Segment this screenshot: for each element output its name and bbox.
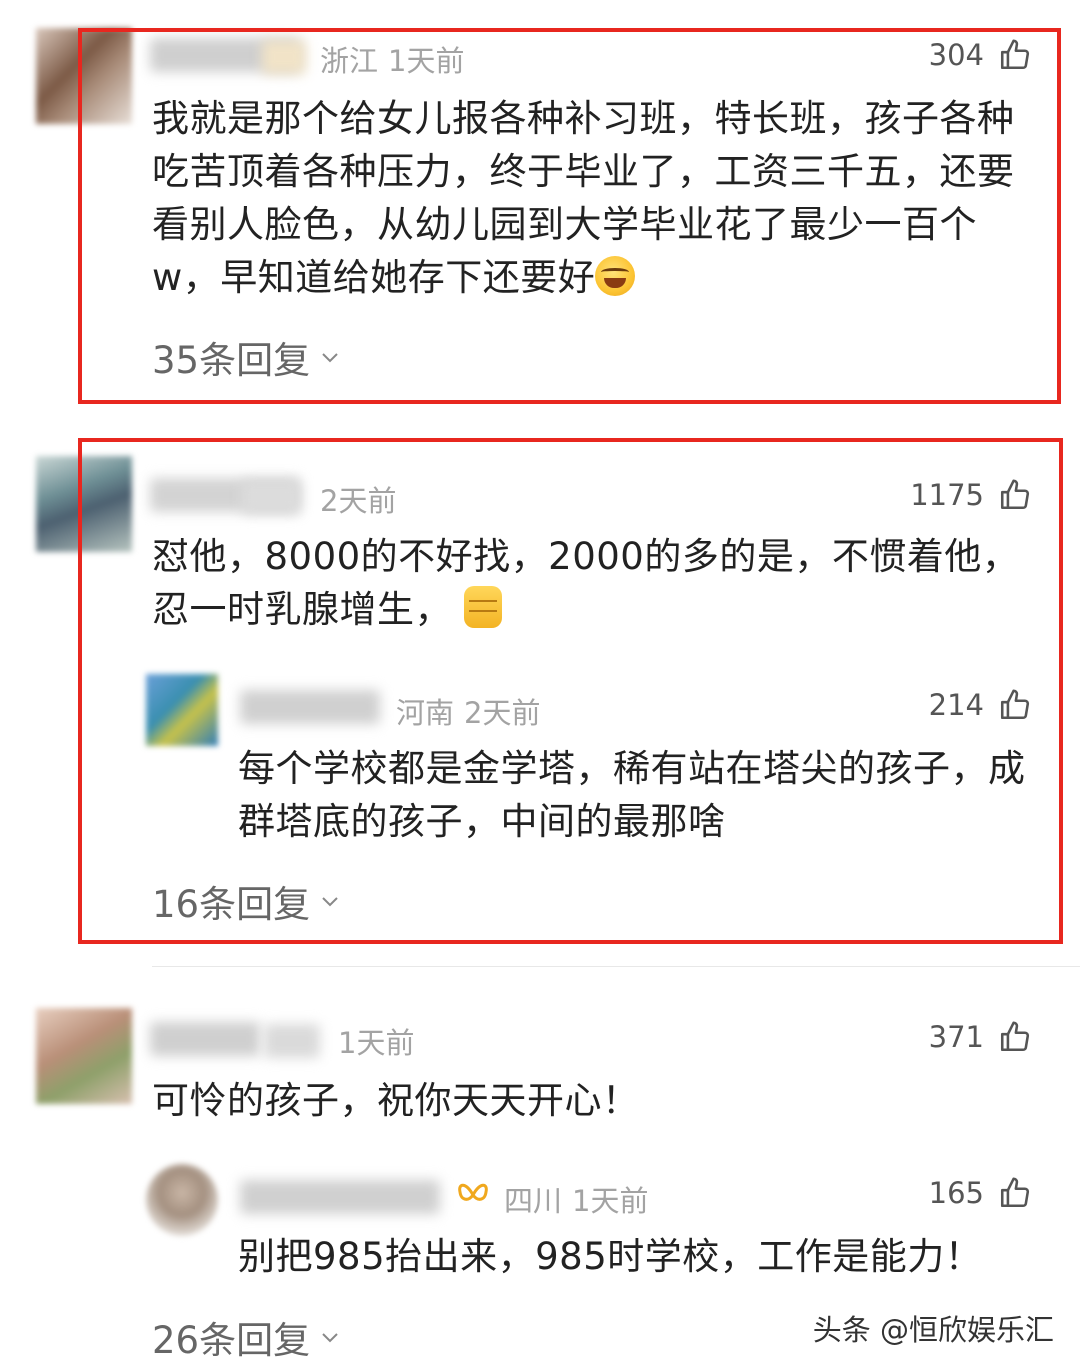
reply-avatar[interactable] <box>146 1164 218 1236</box>
username-blurred[interactable] <box>150 1022 260 1056</box>
like-count: 165 <box>928 1176 984 1210</box>
highlight-box <box>78 438 1063 944</box>
avatar[interactable] <box>36 1008 132 1104</box>
comment-meta: 1天前 <box>338 1020 414 1062</box>
watermark: 头条 @恒欣娱乐汇 <box>813 1307 1054 1349</box>
region: 四川 <box>504 1184 563 1218</box>
view-replies-button[interactable]: 26条回复 <box>152 1310 342 1364</box>
watermark-text: 头条 @恒欣娱乐汇 <box>812 1313 1054 1347</box>
comment-text: 可怜的孩子，祝你天天开心！ <box>152 1079 640 1122</box>
divider <box>152 966 1080 967</box>
chevron-down-icon <box>322 1333 338 1343</box>
thumbs-up-icon <box>1000 1021 1030 1052</box>
timestamp: 1天前 <box>338 1026 415 1060</box>
thumbs-up-icon <box>1000 1177 1030 1208</box>
username-badge-blurred <box>264 1024 320 1058</box>
reply-text: 别把985抬出来，985时学校，工作是能力！ <box>238 1235 983 1278</box>
butterfly-badge-icon <box>458 1183 488 1201</box>
reply-meta: 四川 1天前 <box>504 1178 648 1220</box>
reply-username-blurred[interactable] <box>240 1180 440 1214</box>
timestamp: 1天前 <box>572 1184 649 1218</box>
reply-like-button[interactable]: 165 <box>929 1176 1032 1210</box>
highlight-box <box>78 28 1061 404</box>
reply-count: 26条回复 <box>152 1319 311 1362</box>
like-button[interactable]: 371 <box>929 1020 1032 1054</box>
like-count: 371 <box>928 1020 984 1054</box>
